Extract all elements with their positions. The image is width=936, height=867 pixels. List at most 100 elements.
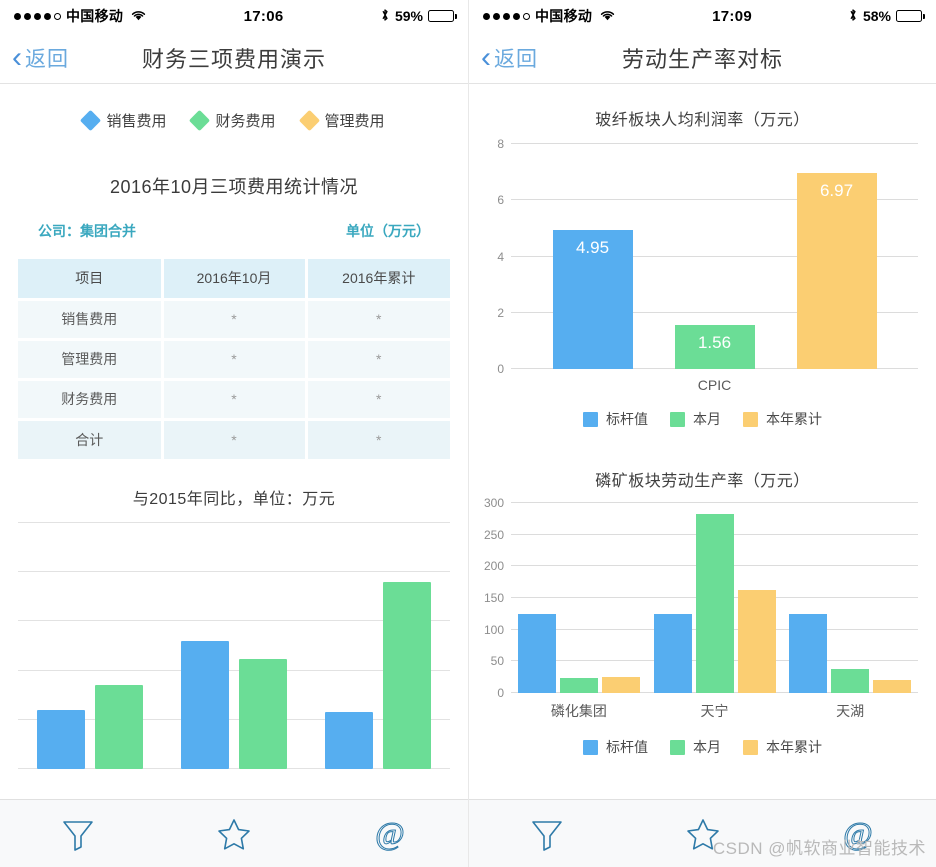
right-nav-bar: ‹ 返回 劳动生产率对标 (469, 32, 936, 84)
right-status-bar: 中国移动 17:09 58% (469, 0, 936, 32)
table-row[interactable]: 财务费用 * * (18, 379, 450, 421)
back-button-label: 返回 (494, 47, 538, 71)
legend-item[interactable]: 本年累计 (743, 737, 822, 757)
bar[interactable] (95, 685, 143, 769)
clock-label: 17:09 (712, 7, 753, 25)
y-axis-tick-label: 6 (497, 193, 504, 208)
bar[interactable] (37, 709, 85, 769)
bar-group (18, 685, 162, 769)
legend-item[interactable]: 本月 (670, 737, 721, 757)
legend-item[interactable]: 本年累计 (743, 409, 822, 429)
wifi-icon (130, 8, 147, 25)
bar[interactable] (601, 676, 640, 693)
table-row[interactable]: 合计 * * (18, 419, 450, 459)
left-tab-bar: @ (0, 799, 468, 867)
fiberglass-legend: 标杆值 本月 本年累计 (469, 409, 936, 429)
phosphate-chart-title: 磷矿板块劳动生产率（万元） (595, 473, 810, 490)
tab-mention[interactable]: @ (312, 813, 468, 855)
bar-value-label: 1.56 (697, 333, 732, 353)
unit-label: 单位（万元） (346, 223, 430, 239)
clock-label: 17:06 (243, 7, 284, 25)
legend-swatch-icon (583, 739, 598, 755)
back-button-label: 返回 (25, 47, 69, 71)
bar-group (647, 513, 783, 693)
table-row[interactable]: 管理费用 * * (18, 339, 450, 381)
legend-item[interactable]: 销售费用 (80, 109, 166, 132)
fiberglass-plot[interactable]: 0 2 4 6 8 4.95 1.56 6.97 (497, 137, 918, 376)
legend-item-label: 本年累计 (766, 411, 822, 427)
legend-item-label: 标杆值 (606, 411, 648, 427)
carrier-label: 中国移动 (66, 8, 124, 24)
table-cell-item: 合计 (18, 419, 164, 459)
bar-group: 4.95 1.56 6.97 (511, 172, 918, 369)
yoy-bar-chart[interactable] (18, 522, 450, 769)
left-nav-bar: ‹ 返回 财务三项费用演示 (0, 32, 468, 84)
legend-item-label: 本月 (693, 411, 721, 427)
table-header-row: 项目 2016年10月 2016年累计 (18, 259, 450, 301)
bar[interactable]: 6.97 (796, 172, 877, 369)
bar[interactable] (383, 582, 431, 769)
table-header-cell: 2016年10月 (162, 259, 308, 301)
legend-item[interactable]: 财务费用 (189, 109, 276, 132)
bar[interactable] (181, 641, 229, 769)
chevron-left-icon: ‹ (12, 40, 22, 74)
y-axis-tick-label: 200 (483, 559, 504, 574)
funnel-icon (526, 813, 568, 855)
back-button[interactable]: ‹ 返回 (0, 40, 69, 74)
legend-item-label: 本月 (693, 739, 721, 755)
wifi-icon (599, 8, 616, 25)
chevron-left-icon: ‹ (481, 40, 491, 74)
tab-favorite[interactable] (156, 813, 312, 855)
bar[interactable] (517, 613, 556, 693)
bar[interactable] (873, 679, 912, 693)
y-axis-tick-label: 8 (497, 137, 504, 151)
tab-favorite[interactable] (625, 813, 781, 855)
y-axis-tick-label: 250 (483, 527, 504, 542)
back-button[interactable]: ‹ 返回 (469, 40, 538, 74)
bluetooth-icon (380, 7, 390, 26)
legend-item-label: 财务费用 (215, 113, 276, 130)
tab-mention[interactable]: @ (780, 813, 936, 855)
funnel-icon (57, 813, 99, 855)
bar-group (782, 613, 918, 693)
bar-value-label: 6.97 (819, 180, 854, 200)
table-cell-value: * (162, 339, 308, 381)
table-cell-item: 管理费用 (18, 339, 164, 381)
bar[interactable] (559, 678, 598, 693)
right-status-left: 中国移动 (483, 6, 616, 26)
bar[interactable] (239, 658, 287, 769)
y-axis-tick-label: 0 (497, 362, 504, 376)
tab-filter[interactable] (0, 813, 156, 855)
tab-filter[interactable] (469, 813, 625, 855)
right-phone-screen: 中国移动 17:09 58% ‹ 返回 劳动生产率对标 玻纤板块人均利润率（万元… (468, 0, 936, 867)
bar[interactable]: 1.56 (674, 325, 755, 369)
report-meta-row: 公司：集团合并 单位（万元） (0, 221, 468, 241)
fiberglass-chart-block: 玻纤板块人均利润率（万元） 0 2 4 6 8 4.95 1.56 6.97 CPIC 标杆值… (469, 106, 936, 429)
bluetooth-icon (848, 7, 858, 26)
legend-swatch-icon (743, 739, 758, 755)
bar-group (306, 582, 450, 769)
y-axis-tick-label: 150 (483, 591, 504, 605)
battery-icon (896, 10, 925, 22)
legend-item-label: 标杆值 (606, 739, 648, 755)
bar[interactable] (831, 668, 870, 693)
table-row[interactable]: 销售费用 * * (18, 299, 450, 341)
phosphate-plot[interactable]: 0 50 100 150 200 250 300 (484, 496, 918, 700)
legend-diamond-icon (298, 109, 320, 132)
bar[interactable]: 4.95 (552, 229, 633, 369)
legend-swatch-icon (583, 411, 598, 427)
legend-item[interactable]: 管理费用 (298, 109, 385, 132)
legend-item[interactable]: 本月 (670, 409, 721, 429)
bar[interactable] (737, 590, 776, 693)
legend-item[interactable]: 标杆值 (583, 409, 648, 429)
at-icon: @ (369, 813, 411, 855)
bar[interactable] (653, 613, 692, 693)
bar[interactable] (695, 513, 734, 693)
bar[interactable] (325, 711, 373, 769)
table-cell-value: * (162, 419, 308, 459)
y-axis-tick-label: 100 (483, 622, 504, 637)
bar[interactable] (789, 613, 828, 693)
battery-icon (428, 10, 457, 22)
legend-item[interactable]: 标杆值 (583, 737, 648, 757)
table-header-cell: 2016年累计 (306, 259, 450, 301)
